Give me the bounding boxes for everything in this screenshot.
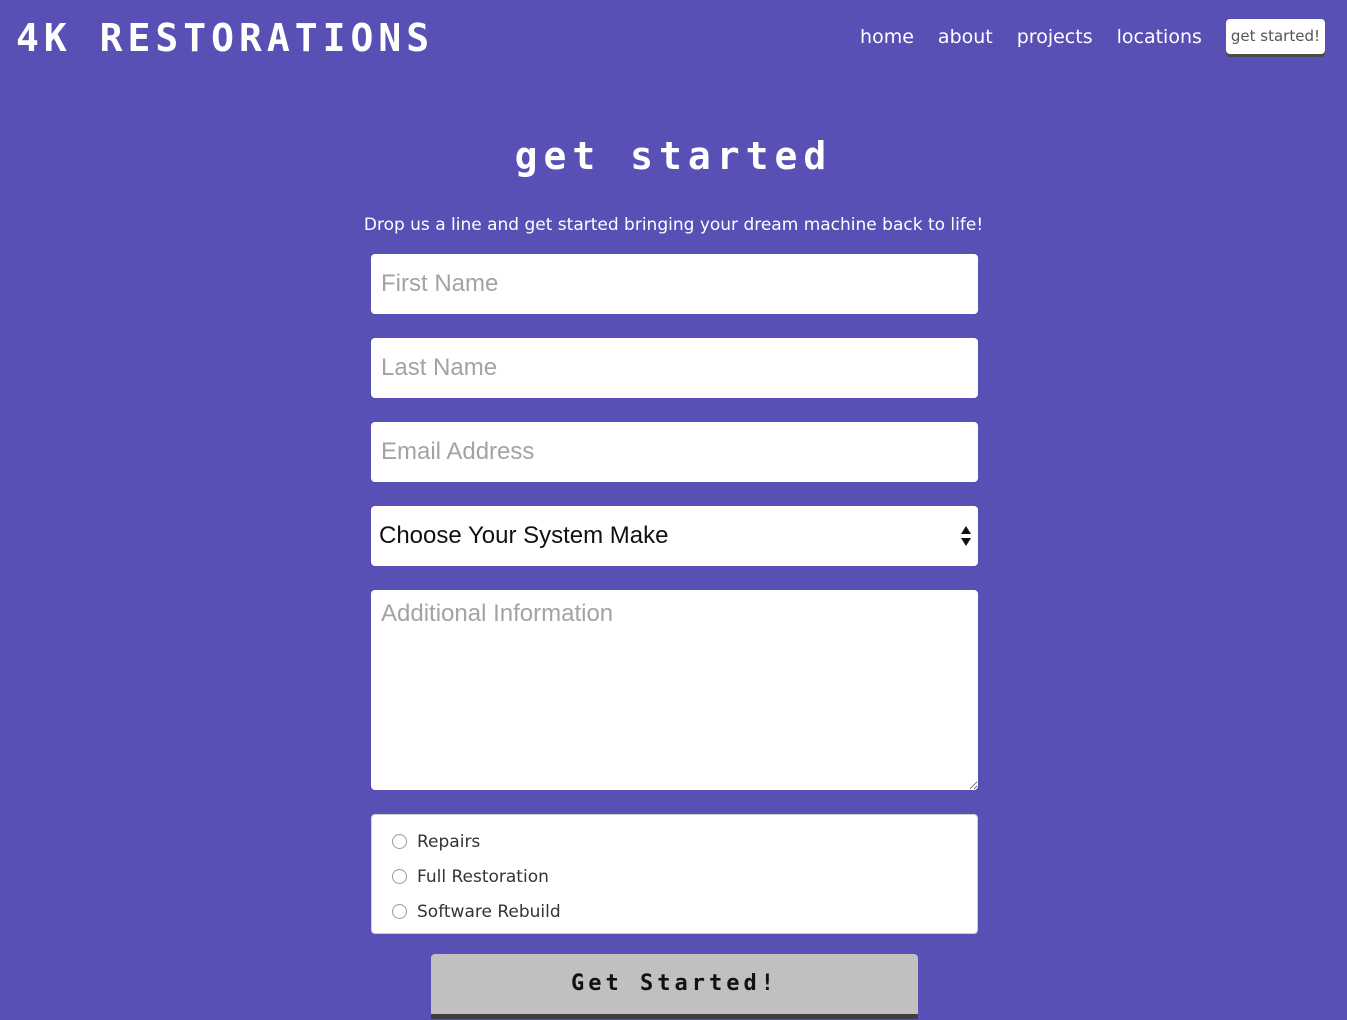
radio-circle-icon[interactable] — [392, 904, 407, 919]
first-name-input[interactable] — [371, 254, 978, 314]
page-title: get started — [514, 134, 833, 178]
nav-link-locations[interactable]: locations — [1117, 21, 1202, 53]
radio-label-full-restoration: Full Restoration — [417, 866, 549, 887]
additional-info-textarea[interactable] — [371, 590, 978, 790]
email-input[interactable] — [371, 422, 978, 482]
nav-link-projects[interactable]: projects — [1017, 21, 1093, 53]
main-nav: home about projects locations get starte… — [836, 19, 1325, 54]
site-logo[interactable]: 4K RESTORATIONS — [16, 16, 434, 60]
radio-circle-icon[interactable] — [392, 834, 407, 849]
system-make-selected-value: Choose Your System Make — [379, 522, 669, 549]
service-type-radio-group: Repairs Full Restoration Software Rebuil… — [371, 814, 978, 934]
nav-get-started-button[interactable]: get started! — [1225, 19, 1325, 54]
radio-label-repairs: Repairs — [417, 831, 481, 852]
radio-option-repairs[interactable]: Repairs — [392, 824, 977, 859]
radio-option-full-restoration[interactable]: Full Restoration — [392, 859, 977, 894]
nav-link-home[interactable]: home — [860, 21, 914, 53]
radio-label-software-rebuild: Software Rebuild — [417, 901, 561, 922]
radio-option-software-rebuild[interactable]: Software Rebuild — [392, 894, 977, 929]
intro-text: Drop us a line and get started bringing … — [363, 215, 984, 235]
radio-circle-icon[interactable] — [392, 869, 407, 884]
last-name-input[interactable] — [371, 338, 978, 398]
submit-button[interactable]: Get Started! — [431, 954, 918, 1014]
nav-link-about[interactable]: about — [938, 21, 993, 53]
system-make-select[interactable]: Choose Your System Make — [371, 506, 978, 566]
up-down-arrows-icon — [960, 524, 972, 548]
